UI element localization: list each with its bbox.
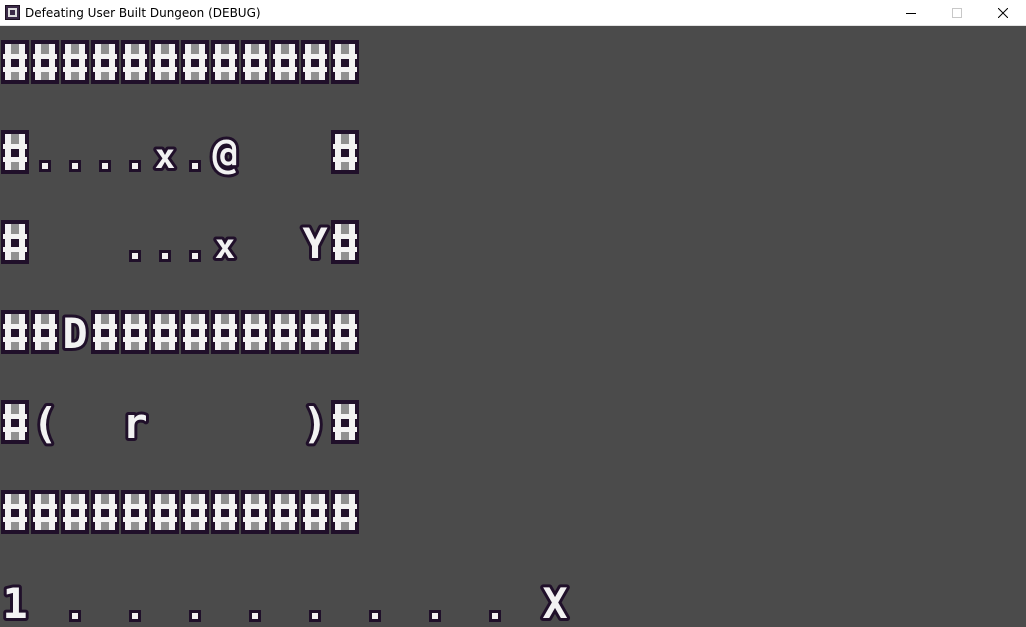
wall-tile [91,40,119,84]
floor-dot [189,610,201,622]
wall-tile [241,310,269,354]
wall-tile [91,490,119,534]
wall-tile [151,310,179,354]
floor-dot [489,610,501,622]
wall-tile [151,40,179,84]
svg-text:X: X [542,579,567,627]
floor-dot [189,250,201,262]
wall-tile [1,490,29,534]
wall-tile [61,490,89,534]
wall-tile [91,310,119,354]
wall-tile [1,310,29,354]
title-bar[interactable]: Defeating User Built Dungeon (DEBUG) [0,0,1026,26]
floor-dot [129,250,141,262]
wall-tile [331,310,359,354]
wall-tile [1,220,29,264]
wall-tile [241,40,269,84]
wall-tile [301,490,329,534]
wall-tile [181,40,209,84]
maximize-icon [952,8,962,18]
wall-tile [301,40,329,84]
left-paren-glyph: (( [29,396,60,451]
wall-tile [211,490,239,534]
maximize-button[interactable] [934,0,980,26]
wall-tile [121,310,149,354]
svg-text:1: 1 [2,579,27,627]
wall-tile [61,40,89,84]
rat-glyph: rr [119,396,150,451]
wall-tile [211,40,239,84]
wall-tile [31,40,59,84]
wall-tile [1,40,29,84]
svg-text:x: x [215,227,235,267]
wall-tile [331,400,359,444]
wall-tile [331,220,359,264]
floor-dot [159,250,171,262]
svg-text:D: D [62,309,87,358]
wall-tile [211,310,239,354]
wall-tile [271,490,299,534]
floor-dot [69,160,81,172]
right-paren-glyph: )) [299,396,330,451]
close-icon [998,8,1008,18]
close-button[interactable] [980,0,1026,26]
wall-tile [271,310,299,354]
game-app-icon [5,5,20,20]
floor-dot [99,160,111,172]
svg-text:(: ( [32,399,57,448]
wall-tile [181,310,209,354]
dungeon-map: xx @@xx YYDD((rr))11 XX [0,40,571,627]
wall-tile [151,490,179,534]
floor-dot [249,610,261,622]
door-glyph: DD [59,306,90,361]
floor-dot [129,610,141,622]
enemy-x-glyph: xx [152,134,178,180]
minimize-button[interactable] [888,0,934,26]
minimize-icon [906,13,916,14]
floor-dot [369,610,381,622]
svg-text:@: @ [212,129,237,178]
wall-tile [331,490,359,534]
wall-tile [1,400,29,444]
wall-tile [121,40,149,84]
svg-text:x: x [155,137,175,177]
wall-tile [241,490,269,534]
wall-tile [331,130,359,174]
floor-dot [129,160,141,172]
wall-tile [1,130,29,174]
enemy-big-x-glyph: XX [539,576,570,627]
wall-tile [271,40,299,84]
monster-y-glyph: YY [299,216,331,271]
wall-tile [301,310,329,354]
svg-text:r: r [122,399,147,448]
game-window: Defeating User Built Dungeon (DEBUG) x x @… [0,0,1026,627]
wall-tile [331,40,359,84]
wall-tile [121,490,149,534]
wall-tile [181,490,209,534]
svg-text:Y: Y [302,219,328,268]
floor-dot [69,610,81,622]
game-viewport[interactable]: x x @ @ x x Y Y D D((r r)) 1 1 X X [0,26,1026,627]
floor-dot [39,160,51,172]
player-glyph: @@ [209,126,240,181]
svg-text:): ) [302,399,327,448]
enemy-x-glyph: xx [212,224,238,270]
floor-dot [429,610,441,622]
wall-tile [31,490,59,534]
floor-dot [309,610,321,622]
floor-dot [189,160,201,172]
wall-tile [31,310,59,354]
level-number-glyph: 11 [0,576,31,627]
window-title: Defeating User Built Dungeon (DEBUG) [25,6,261,20]
